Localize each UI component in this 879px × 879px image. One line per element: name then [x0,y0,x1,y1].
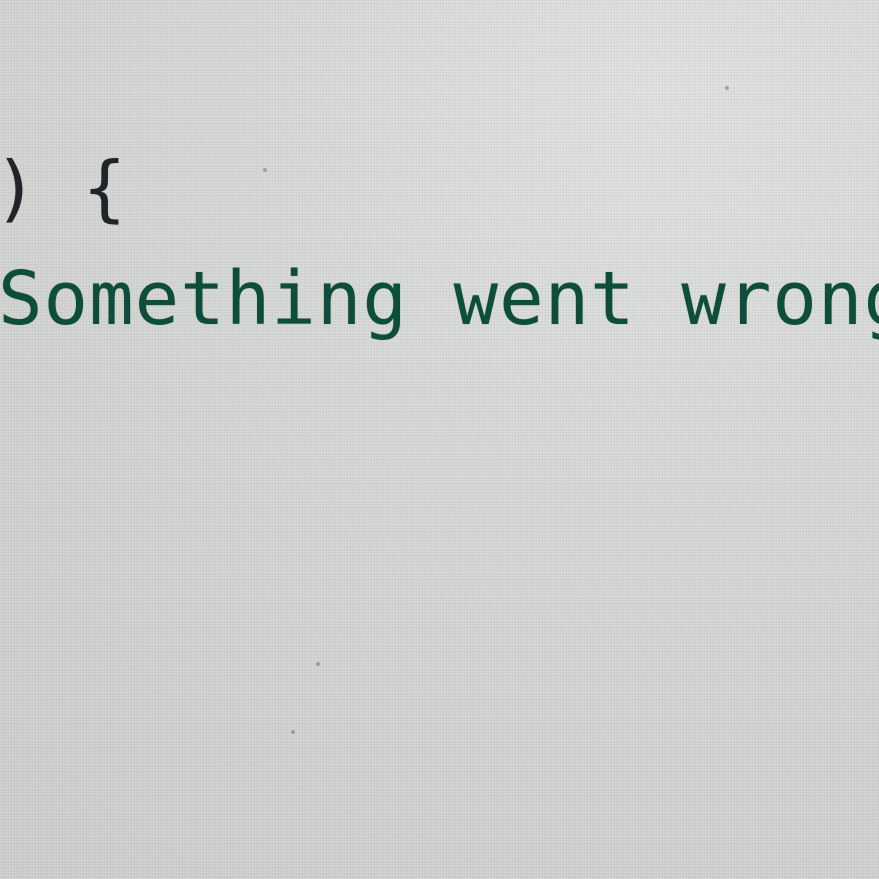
code-line-error-string: Something went wrong [0,256,879,342]
code-line-closing-paren-brace: ) { [0,146,128,230]
screen-speck [316,662,320,666]
code-editor: ) { Something went wrong ; [0,0,879,879]
code-line-semicolon: ; [0,534,16,606]
screen-speck [725,86,729,90]
screen-speck [291,730,295,734]
screen-speck [263,168,267,172]
